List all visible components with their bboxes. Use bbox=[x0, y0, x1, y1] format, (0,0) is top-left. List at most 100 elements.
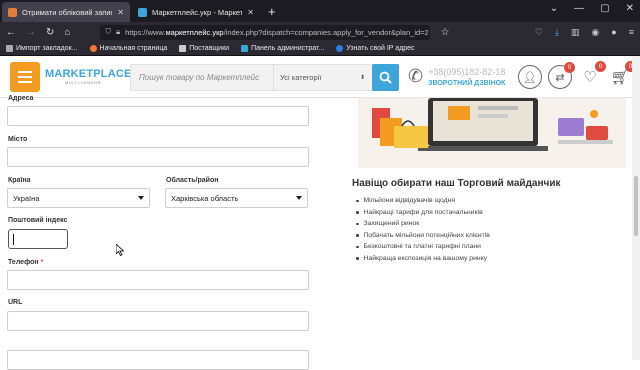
country-value: Україна bbox=[13, 193, 40, 203]
address-label: Адреса bbox=[8, 95, 34, 102]
bookmark-item[interactable]: Импорт закладок... bbox=[6, 45, 78, 52]
country-select[interactable]: Україна bbox=[7, 188, 150, 208]
site-header: MARKETPLACE MULTI-VENDOR Пошук товару по… bbox=[0, 56, 636, 98]
compare-button[interactable]: ⇄ 0 bbox=[548, 62, 575, 89]
extension-icon[interactable]: ● bbox=[611, 27, 616, 38]
home-icon[interactable]: ⌂ bbox=[64, 27, 70, 38]
search-bar: Пошук товару по Маркетплейс Усі категорі… bbox=[130, 64, 399, 91]
menu-line bbox=[18, 76, 32, 78]
tab-favicon-icon bbox=[8, 7, 17, 17]
postal-code-label: Поштовий індекс bbox=[8, 217, 68, 224]
menu-line bbox=[18, 81, 32, 83]
menu-line bbox=[18, 71, 32, 73]
tab-close-icon[interactable]: ✕ bbox=[247, 8, 254, 17]
new-tab-icon[interactable]: + bbox=[268, 2, 276, 22]
address-field[interactable] bbox=[7, 106, 309, 126]
scrollbar-thumb[interactable] bbox=[634, 176, 638, 236]
tab-title: Маркетплейс.укр - Маркетпле bbox=[152, 7, 243, 17]
list-item: Безкоштовні та платні тарифні плани bbox=[356, 241, 490, 253]
hamburger-menu-button[interactable] bbox=[10, 62, 40, 92]
compare-count-badge: 0 bbox=[564, 62, 575, 73]
logo-subtext: MULTI-VENDOR bbox=[65, 80, 102, 85]
heart-icon: ♡ bbox=[583, 69, 597, 86]
url-bar[interactable]: ⛉ 🔒︎ https://www.маркетплейс.укр/index.p… bbox=[100, 24, 431, 40]
search-input[interactable]: Пошук товару по Маркетплейс bbox=[131, 73, 273, 82]
tab-close-icon[interactable]: ✕ bbox=[117, 8, 124, 17]
phone-field[interactable] bbox=[7, 270, 309, 290]
list-item: Мільйони відвідувачів щодня bbox=[356, 195, 490, 207]
list-item: Найкраща експозиція на вашому ринку bbox=[356, 253, 490, 265]
account-icon[interactable]: ◉ bbox=[591, 27, 599, 38]
minimize-icon[interactable]: — bbox=[574, 3, 584, 14]
browser-tab-bar: Отримати обліковий запис по ✕ Маркетплей… bbox=[0, 0, 640, 22]
folder-icon bbox=[179, 45, 187, 52]
sort-arrows-icon: ⬍ bbox=[359, 75, 365, 81]
phone-label: Телефон * bbox=[8, 259, 44, 266]
url-label: URL bbox=[8, 299, 23, 306]
window-controls: ⌄ — ▢ ✕ bbox=[550, 3, 634, 14]
import-icon bbox=[6, 45, 13, 52]
list-item: Захищений ринок bbox=[356, 218, 490, 230]
list-item: Побачать мільйони потенційних клієнтів bbox=[356, 230, 490, 242]
phone-block: ✆ +38(095)182-82-18 ЗВОРОТНИЙ ДЗВІНОК bbox=[408, 66, 505, 87]
bookmark-item[interactable]: Начальная страница bbox=[89, 45, 167, 52]
chevron-down-icon[interactable]: ⌄ bbox=[550, 3, 558, 14]
page-scrollbar[interactable] bbox=[632, 56, 640, 360]
wishlist-button[interactable]: ♡ 0 bbox=[578, 61, 606, 89]
bookmarks-bar: Импорт закладок... Начальная страница По… bbox=[0, 42, 640, 56]
back-icon[interactable]: ← bbox=[6, 27, 16, 38]
city-field[interactable] bbox=[7, 147, 309, 167]
next-field[interactable] bbox=[7, 350, 309, 370]
category-select[interactable]: Усі категорії ⬍ bbox=[273, 65, 371, 90]
postal-code-field[interactable] bbox=[8, 229, 68, 249]
download-icon[interactable]: ⤓ bbox=[555, 27, 559, 38]
bookmark-star-icon[interactable]: ☆ bbox=[440, 27, 449, 38]
country-label: Країна bbox=[8, 177, 31, 184]
list-item: Найкращі тарифи для постачальників bbox=[356, 207, 490, 219]
promo-benefits-list: Мільйони відвідувачів щодня Найкращі тар… bbox=[356, 195, 490, 264]
forward-icon[interactable]: → bbox=[26, 27, 36, 38]
tab-favicon-icon bbox=[138, 7, 147, 17]
bookmark-item[interactable]: Поставщики bbox=[179, 45, 229, 52]
header-icons: 👤︎ ⇄ 0 ♡ 0 🛒︎ 0 bbox=[518, 61, 636, 89]
bookmark-item[interactable]: Узнать свой IP адрес bbox=[336, 45, 415, 52]
mouse-cursor-icon bbox=[116, 244, 124, 256]
close-window-icon[interactable]: ✕ bbox=[626, 3, 634, 14]
shield-icon[interactable]: ⛉ bbox=[105, 27, 111, 37]
chevron-down-icon bbox=[296, 196, 302, 200]
callback-link[interactable]: ЗВОРОТНИЙ ДЗВІНОК bbox=[428, 80, 505, 87]
required-mark: * bbox=[40, 259, 44, 266]
url-text: https://www.маркетплейс.укр/index.php?di… bbox=[125, 27, 429, 37]
reload-icon[interactable]: ↻ bbox=[46, 27, 54, 38]
menu-icon[interactable]: ≡ bbox=[629, 27, 634, 38]
browser-tab-active[interactable]: Отримати обліковий запис по ✕ bbox=[2, 2, 130, 22]
marketplace-illustration bbox=[358, 98, 626, 168]
bookmark-item[interactable]: Панель администрат... bbox=[241, 45, 324, 52]
site-logo[interactable]: MARKETPLACE MULTI-VENDOR bbox=[45, 68, 132, 85]
chevron-down-icon bbox=[138, 196, 144, 200]
tab-title: Отримати обліковий запис по bbox=[22, 7, 112, 17]
library-icon[interactable]: ▥ bbox=[571, 27, 580, 38]
browser-tab[interactable]: Маркетплейс.укр - Маркетпле ✕ bbox=[132, 2, 260, 22]
pocket-icon[interactable]: ♡ bbox=[535, 27, 543, 38]
cscart-icon bbox=[241, 45, 249, 52]
region-select[interactable]: Харківська область bbox=[165, 188, 308, 208]
category-select-value: Усі категорії bbox=[280, 73, 322, 82]
url-field[interactable] bbox=[7, 311, 309, 331]
logo-text: MARKETPLACE bbox=[45, 68, 132, 80]
maximize-icon[interactable]: ▢ bbox=[600, 3, 609, 14]
firefox-icon bbox=[89, 45, 97, 52]
cart-button[interactable]: 🛒︎ 0 bbox=[608, 61, 636, 89]
browser-nav-bar: ← → ↻ ⌂ ⛉ 🔒︎ https://www.маркетплейс.укр… bbox=[0, 22, 640, 42]
region-label: Область/район bbox=[166, 177, 219, 184]
text-cursor bbox=[13, 234, 14, 245]
lock-icon[interactable]: 🔒︎ bbox=[116, 27, 120, 37]
city-label: Місто bbox=[8, 136, 28, 143]
phone-icon: ✆ bbox=[408, 66, 424, 86]
promo-title: Навіщо обирати наш Торговий майданчик bbox=[352, 178, 561, 189]
account-button[interactable]: 👤︎ bbox=[518, 65, 542, 89]
wishlist-count-badge: 0 bbox=[595, 61, 606, 72]
search-icon bbox=[379, 71, 392, 84]
ip-icon bbox=[336, 45, 344, 52]
search-button[interactable] bbox=[372, 64, 399, 91]
